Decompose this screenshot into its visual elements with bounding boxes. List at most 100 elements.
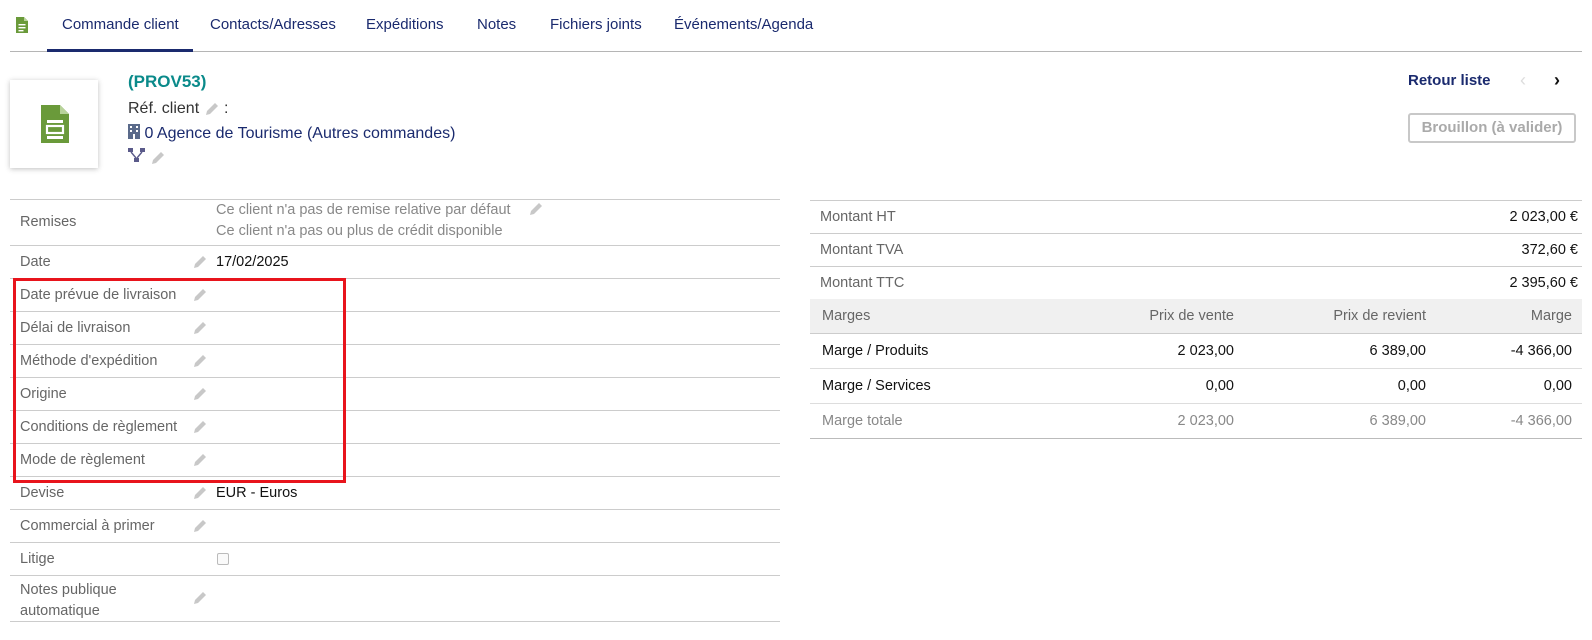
field-label: Litige [20, 551, 55, 567]
field-row-commercial: Commercial à primer [10, 510, 780, 543]
devise-value: EUR - Euros [216, 485, 298, 501]
order-document-icon [41, 105, 69, 143]
field-row-methode-expedition: Méthode d'expédition [10, 345, 780, 378]
table-cell: Marge totale [822, 413, 903, 429]
total-value: 2 395,60 € [1509, 275, 1578, 291]
building-icon [128, 124, 144, 142]
ref-client-label: Réf. client [128, 100, 200, 117]
field-label: Délai de livraison [20, 320, 131, 336]
field-label: Méthode d'expédition [20, 353, 158, 369]
table-cell: 0,00 [1205, 378, 1234, 394]
table-cell: 2 023,00 [1177, 343, 1234, 359]
total-row-tva: Montant TVA 372,60 € [810, 234, 1582, 267]
edit-project-icon[interactable] [150, 150, 166, 166]
table-cell: 6 389,00 [1369, 343, 1426, 359]
total-label: Montant TTC [820, 275, 905, 291]
edit-methode-icon[interactable] [192, 353, 208, 373]
edit-date-livraison-icon[interactable] [192, 287, 208, 307]
notes-label-line2: automatique [20, 603, 100, 619]
order-logo [10, 80, 98, 168]
project-tree-icon [128, 148, 150, 166]
field-label: Origine [20, 386, 67, 402]
table-cell: -4 366,00 [1510, 343, 1572, 359]
remise-relative-text: Ce client n'a pas de remise relative par… [216, 202, 511, 218]
tab-evenements-agenda[interactable]: Événements/Agenda [674, 16, 813, 33]
tab-fichiers-joints[interactable]: Fichiers joints [550, 16, 642, 33]
total-row-ttc: Montant TTC 2 395,60 € [810, 267, 1582, 300]
edit-date-icon[interactable] [192, 254, 208, 274]
table-cell: 2 023,00 [1177, 413, 1234, 429]
field-label: Mode de règlement [20, 452, 145, 468]
ref-client-separator: : [219, 100, 229, 117]
field-label: Conditions de règlement [20, 419, 178, 435]
edit-origine-icon[interactable] [192, 386, 208, 406]
table-cell: -4 366,00 [1510, 413, 1572, 429]
field-label: Notes publique automatique [20, 580, 117, 622]
column-header: Marges [822, 308, 871, 324]
ref-client-line: Réf. client : [128, 100, 228, 118]
tab-expeditions[interactable]: Expéditions [366, 16, 444, 33]
table-cell: Marge / Services [822, 378, 931, 394]
totals-table: Montant HT 2 023,00 € Montant TVA 372,60… [810, 200, 1582, 300]
field-row-conditions-reglement: Conditions de règlement [10, 411, 780, 444]
margins-table: Marges Prix de vente Prix de revient Mar… [810, 299, 1582, 439]
field-label: Date prévue de livraison [20, 287, 177, 303]
table-cell: 0,00 [1543, 378, 1572, 394]
other-orders-link[interactable]: (Autres commandes) [307, 125, 456, 142]
column-header: Prix de revient [1333, 308, 1426, 324]
edit-mode-icon[interactable] [192, 452, 208, 472]
field-row-notes-publique: Notes publique automatique [10, 576, 780, 622]
order-fields-table: Remises Ce client n'a pas de remise rela… [10, 199, 780, 622]
total-value: 2 023,00 € [1509, 209, 1578, 225]
tab-contacts-adresses[interactable]: Contacts/Adresses [210, 16, 336, 33]
table-row: Marge totale 2 023,00 6 389,00 -4 366,00 [810, 404, 1582, 439]
margins-header-row: Marges Prix de vente Prix de revient Mar… [810, 299, 1582, 334]
chevron-left-icon[interactable]: ‹ [1520, 70, 1526, 91]
retour-liste-link[interactable]: Retour liste [1408, 72, 1491, 89]
chevron-right-icon[interactable]: › [1554, 70, 1560, 91]
status-badge: Brouillon (à valider) [1408, 113, 1576, 143]
edit-ref-client-icon[interactable] [204, 101, 220, 117]
field-label: Date [20, 254, 51, 270]
total-label: Montant HT [820, 209, 896, 225]
total-row-ht: Montant HT 2 023,00 € [810, 201, 1582, 234]
field-label: Devise [20, 485, 65, 501]
total-label: Montant TVA [820, 242, 904, 258]
thirdparty-line: 0 Agence de Tourisme (Autres commandes) [128, 124, 455, 143]
field-row-litige: Litige [10, 543, 780, 576]
thirdparty-link[interactable]: 0 Agence de Tourisme [144, 125, 302, 142]
table-row: Marge / Services 0,00 0,00 0,00 [810, 369, 1582, 404]
edit-conditions-icon[interactable] [192, 419, 208, 439]
field-row-remises: Remises Ce client n'a pas de remise rela… [10, 200, 780, 246]
edit-notes-icon[interactable] [192, 590, 208, 610]
litige-checkbox[interactable] [217, 553, 229, 565]
order-document-icon [15, 16, 29, 34]
project-line [128, 148, 166, 166]
edit-devise-icon[interactable] [192, 485, 208, 505]
total-value: 372,60 € [1521, 242, 1578, 258]
date-value: 17/02/2025 [216, 254, 289, 270]
order-ref: (PROV53) [128, 72, 207, 91]
field-row-date: Date 17/02/2025 [10, 246, 780, 279]
field-row-mode-reglement: Mode de règlement [10, 444, 780, 477]
table-cell: 6 389,00 [1369, 413, 1426, 429]
tab-commande-client[interactable]: Commande client [62, 16, 179, 33]
credit-disponible-text: Ce client n'a pas ou plus de crédit disp… [216, 223, 503, 239]
field-row-delai-livraison: Délai de livraison [10, 312, 780, 345]
field-row-origine: Origine [10, 378, 780, 411]
field-row-devise: Devise EUR - Euros [10, 477, 780, 510]
field-row-date-livraison: Date prévue de livraison [10, 279, 780, 312]
field-label: Remises [20, 214, 77, 230]
active-tab-indicator [47, 49, 193, 52]
edit-commercial-icon[interactable] [192, 518, 208, 538]
table-cell: Marge / Produits [822, 343, 929, 359]
column-header: Prix de vente [1149, 308, 1234, 324]
tab-bar: Commande client Contacts/Adresses Expédi… [10, 0, 1582, 52]
field-label: Commercial à primer [20, 518, 155, 534]
table-cell: 0,00 [1397, 378, 1426, 394]
column-header: Marge [1530, 308, 1572, 324]
notes-label-line1: Notes publique [20, 582, 117, 598]
tab-notes[interactable]: Notes [477, 16, 516, 33]
edit-delai-icon[interactable] [192, 320, 208, 340]
edit-remise-icon[interactable] [528, 201, 544, 217]
